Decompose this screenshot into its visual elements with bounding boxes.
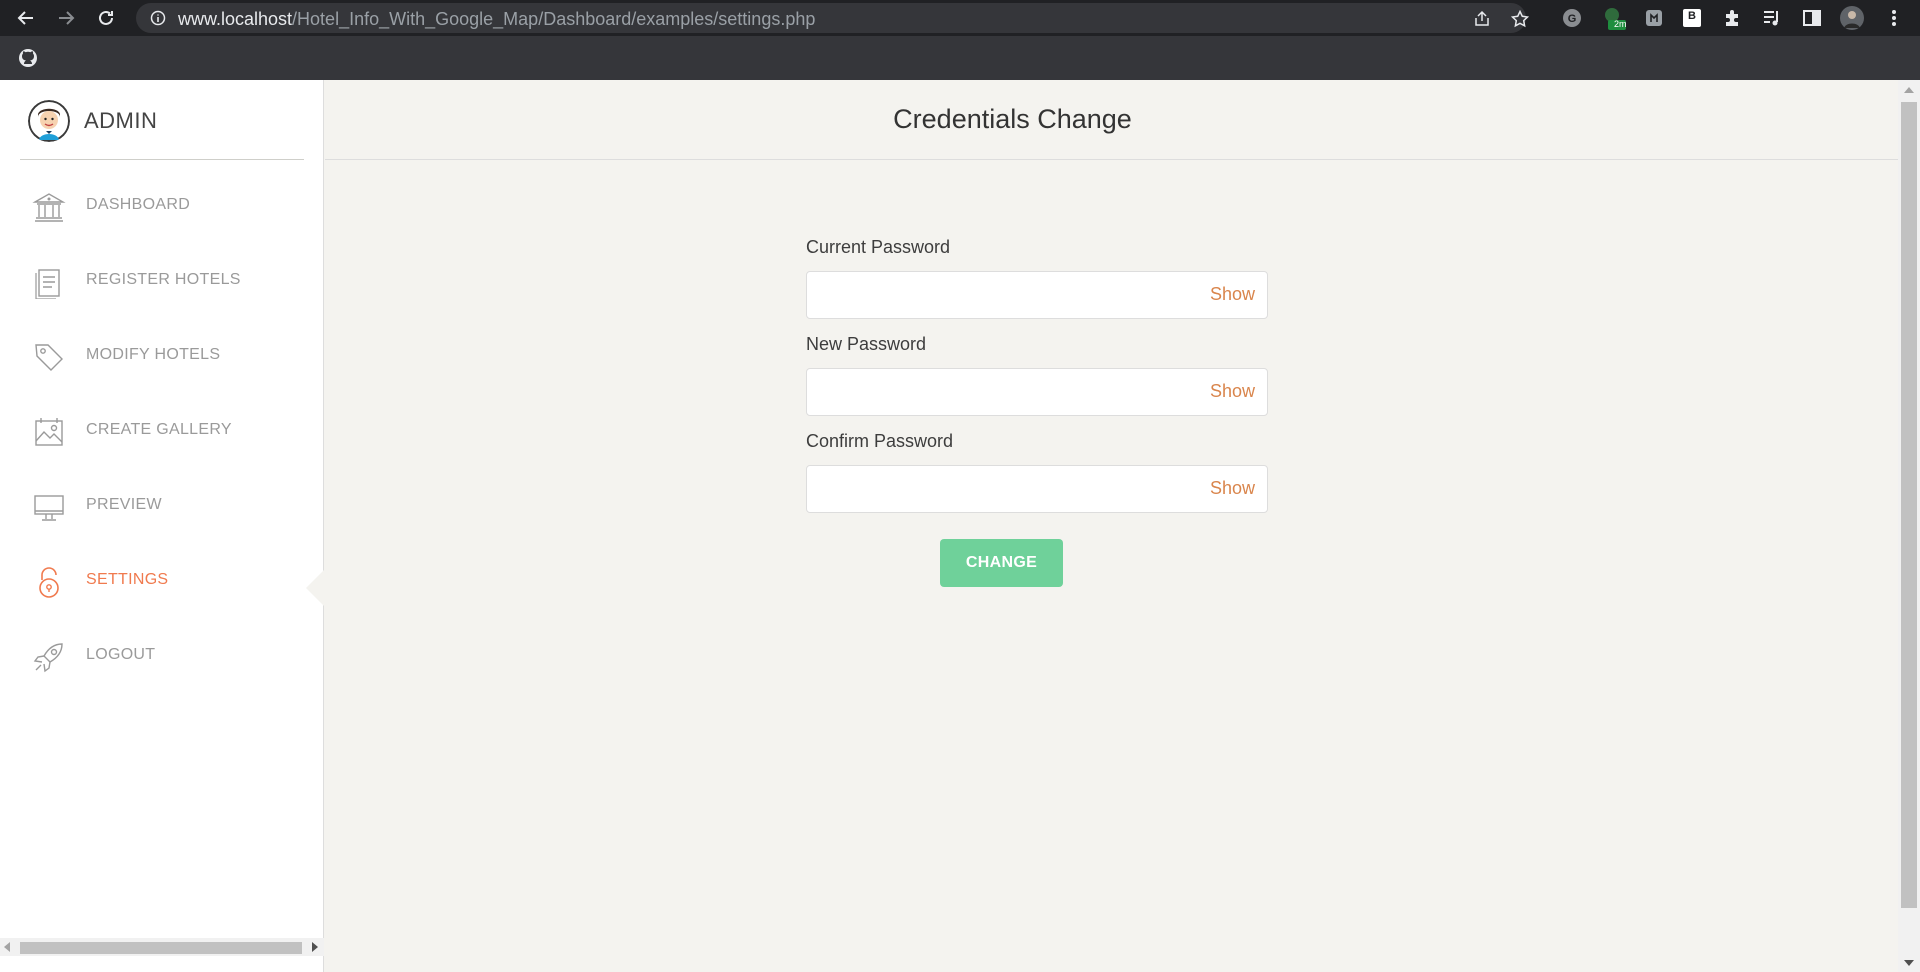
sidebar-item-label: LOGOUT — [86, 646, 156, 663]
sidebar-item-dashboard[interactable]: DASHBOARD — [0, 176, 320, 236]
rocket-icon — [32, 640, 66, 674]
scroll-up-icon[interactable] — [1904, 87, 1914, 93]
new-password-label: New Password — [806, 334, 927, 354]
sidebar-item-label: CREATE GALLERY — [86, 421, 232, 438]
timer-extension-icon[interactable]: 2m — [1602, 6, 1627, 30]
page-title: Credentials Change — [893, 104, 1132, 134]
svg-text:G: G — [1568, 13, 1577, 25]
current-password-show-toggle[interactable]: Show — [1210, 284, 1255, 305]
confirm-password-label: Confirm Password — [806, 431, 954, 451]
lock-icon — [32, 565, 66, 599]
menu-dots-icon[interactable] — [1882, 6, 1906, 30]
new-password-field[interactable]: Show — [806, 368, 1268, 416]
forward-icon[interactable] — [54, 6, 78, 30]
scrollbar-thumb[interactable] — [1901, 102, 1917, 908]
tag-icon — [32, 340, 66, 374]
share-icon[interactable] — [1472, 9, 1492, 29]
sidebar-item-create-gallery[interactable]: CREATE GALLERY — [0, 401, 320, 461]
github-icon[interactable] — [18, 48, 38, 68]
scroll-down-icon[interactable] — [1904, 960, 1914, 966]
monitor-icon — [32, 490, 66, 524]
info-icon[interactable] — [150, 10, 166, 26]
new-password-input[interactable] — [817, 377, 1177, 407]
sidebar-item-logout[interactable]: LOGOUT — [0, 626, 320, 686]
sidebar-brand[interactable]: ADMIN — [20, 80, 304, 160]
document-icon — [32, 265, 66, 300]
change-button[interactable]: CHANGE — [940, 539, 1063, 587]
scroll-right-icon[interactable] — [312, 942, 318, 952]
admin-avatar — [28, 100, 70, 142]
sidebar: ADMIN DASHBOARD REGISTER HOTELS MODIFY H… — [0, 80, 324, 972]
extension-icon[interactable] — [1642, 6, 1666, 30]
reload-icon[interactable] — [94, 6, 118, 30]
sidebar-item-label: REGISTER HOTELS — [86, 271, 241, 288]
image-icon — [32, 415, 66, 449]
horizontal-scrollbar[interactable] — [0, 938, 324, 956]
grammarly-icon[interactable]: G — [1560, 6, 1584, 30]
confirm-password-show-toggle[interactable]: Show — [1210, 478, 1255, 499]
bank-icon — [32, 190, 66, 224]
current-password-input[interactable] — [817, 280, 1177, 310]
sidebar-item-settings[interactable]: SETTINGS — [0, 551, 320, 611]
media-icon[interactable] — [1760, 6, 1784, 30]
sidebar-item-register-hotels[interactable]: REGISTER HOTELS — [0, 251, 320, 311]
main-header: Credentials Change — [325, 80, 1898, 160]
new-password-show-toggle[interactable]: Show — [1210, 381, 1255, 402]
sidebar-item-modify-hotels[interactable]: MODIFY HOTELS — [0, 326, 320, 386]
sidebar-item-label: SETTINGS — [86, 571, 169, 588]
extension-badge: 2m — [1614, 19, 1627, 29]
current-password-label: Current Password — [806, 237, 951, 257]
brand-title: ADMIN — [84, 108, 158, 133]
confirm-password-input[interactable] — [817, 474, 1177, 504]
address-bar[interactable]: www.localhost/Hotel_Info_With_Google_Map… — [136, 3, 1529, 33]
b-extension-icon[interactable]: B — [1680, 6, 1704, 30]
active-item-caret — [306, 570, 324, 606]
sidebar-item-label: MODIFY HOTELS — [86, 346, 221, 363]
b-extension-letter: B — [1688, 10, 1696, 22]
side-panel-icon[interactable] — [1800, 6, 1824, 30]
url-text: www.localhost/Hotel_Info_With_Google_Map… — [178, 9, 816, 29]
scrollbar-thumb[interactable] — [20, 942, 302, 954]
bookmarks-bar — [0, 36, 1920, 80]
puzzle-icon[interactable] — [1720, 6, 1744, 30]
current-password-field[interactable]: Show — [806, 271, 1268, 319]
vertical-scrollbar[interactable] — [1898, 80, 1920, 972]
browser-toolbar: www.localhost/Hotel_Info_With_Google_Map… — [0, 0, 1920, 36]
sidebar-item-preview[interactable]: PREVIEW — [0, 476, 320, 536]
sidebar-item-label: DASHBOARD — [86, 196, 191, 213]
scroll-left-icon[interactable] — [4, 942, 10, 952]
profile-avatar-icon[interactable] — [1840, 6, 1864, 30]
sidebar-item-label: PREVIEW — [86, 496, 162, 513]
back-icon[interactable] — [14, 6, 38, 30]
star-icon[interactable] — [1510, 9, 1530, 29]
confirm-password-field[interactable]: Show — [806, 465, 1268, 513]
